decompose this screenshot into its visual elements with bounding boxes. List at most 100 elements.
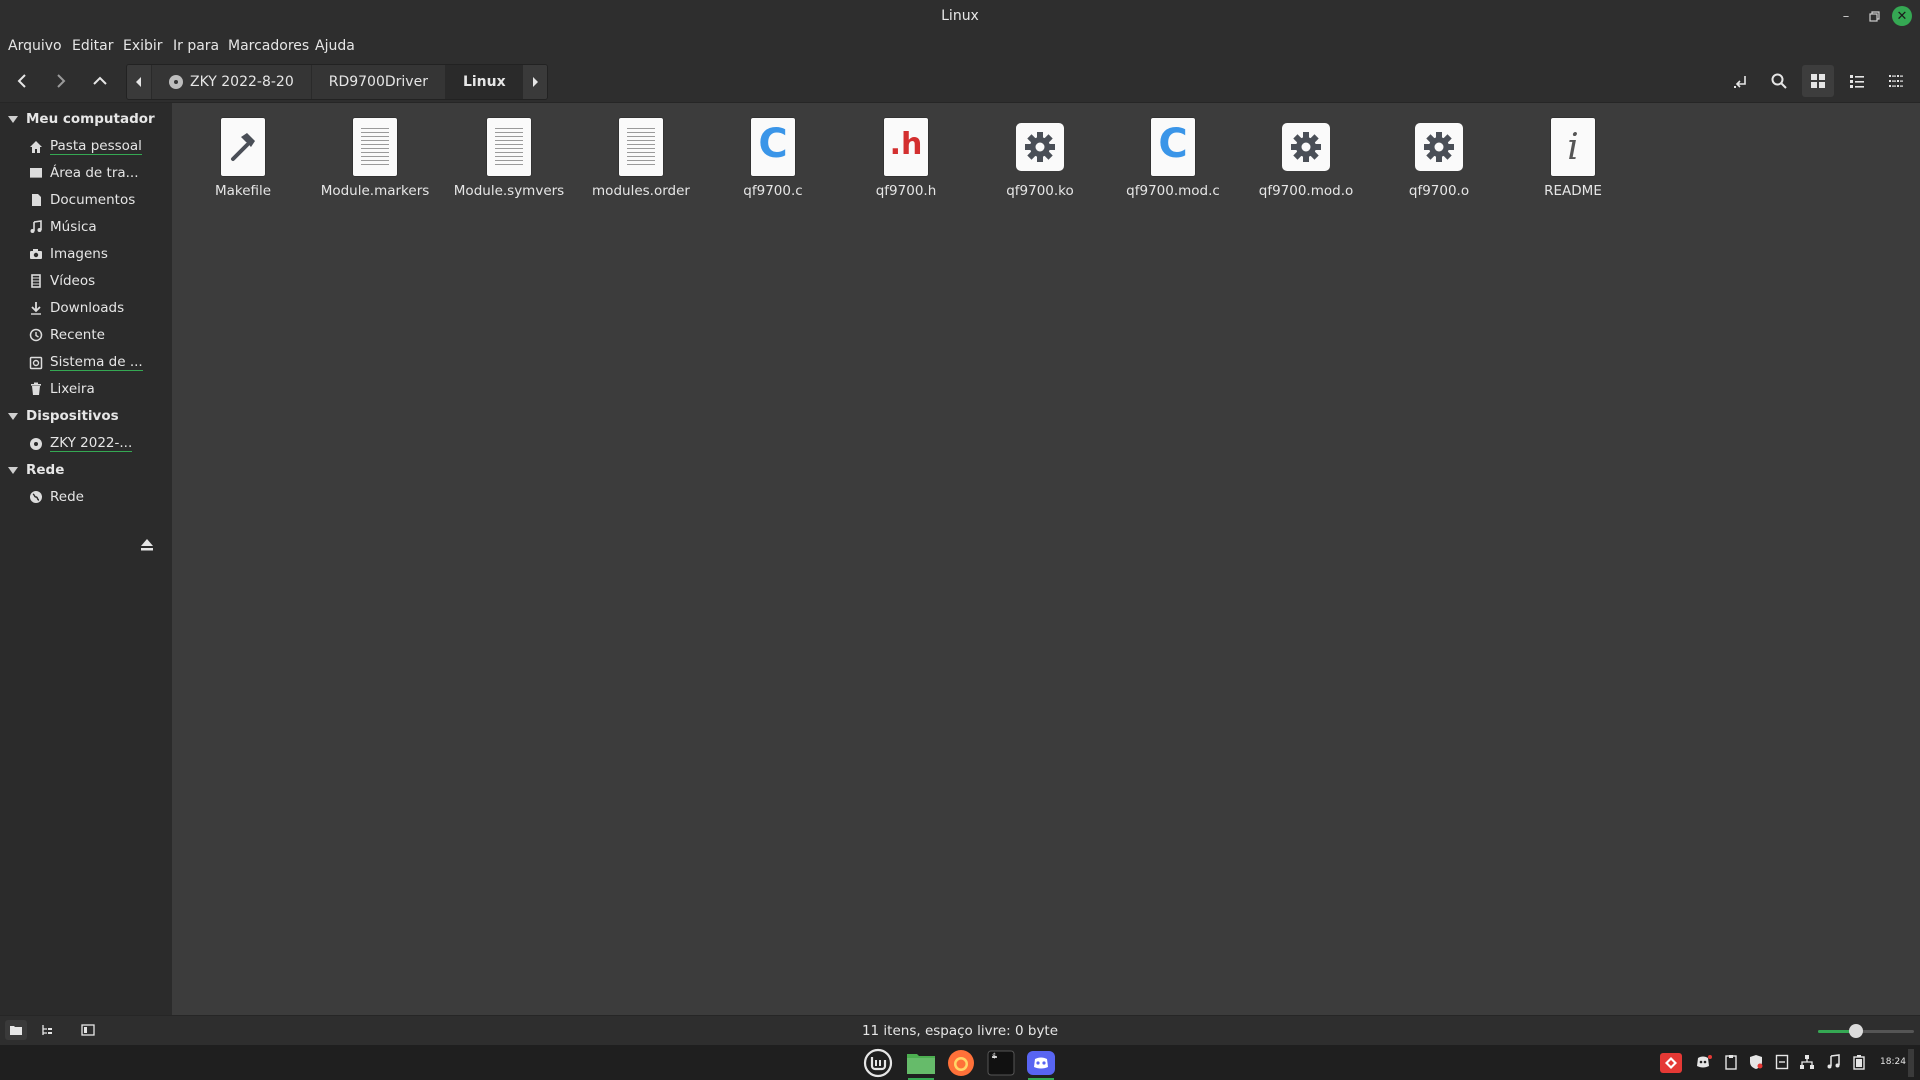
text-file-icon xyxy=(351,117,399,177)
taskbar-files-app[interactable] xyxy=(904,1048,938,1080)
network-icon xyxy=(29,490,43,504)
home-icon xyxy=(29,140,43,154)
menu-arquivo[interactable]: Arquivo xyxy=(8,38,62,54)
breadcrumb-scroll-right[interactable] xyxy=(522,65,547,99)
menu-ajuda[interactable]: Ajuda xyxy=(315,38,355,54)
c-glyph: C xyxy=(1158,121,1188,167)
taskbar-terminal-app[interactable]: $ xyxy=(984,1048,1018,1078)
sidebar-item-label: Sistema de ... xyxy=(50,354,143,371)
expander-icon xyxy=(8,115,18,123)
tray-anydesk-icon[interactable] xyxy=(1660,1053,1682,1073)
toggle-location-button[interactable] xyxy=(1725,65,1757,97)
sidebar-section-meu-computador[interactable]: Meu computador xyxy=(8,111,155,127)
file-name: qf9700.h xyxy=(875,183,937,199)
chevron-up-icon xyxy=(93,76,107,85)
menu-editar[interactable]: Editar xyxy=(72,38,113,54)
file-view[interactable]: Makefile Module.markers Module.symvers m… xyxy=(172,103,1920,1015)
tray-network-icon[interactable] xyxy=(1798,1053,1816,1071)
file-item-qf9700-mod-c[interactable]: C qf9700.mod.c xyxy=(1113,117,1233,199)
breadcrumb-rd9700driver[interactable]: RD9700Driver xyxy=(310,65,445,99)
tray-shield-icon[interactable] xyxy=(1747,1053,1765,1071)
compact-view-button[interactable] xyxy=(1880,65,1912,97)
file-item-qf9700-h[interactable]: .h qf9700.h xyxy=(846,117,966,199)
breadcrumb-linux[interactable]: Linux xyxy=(444,65,523,99)
menu-exibir[interactable]: Exibir xyxy=(123,38,163,54)
sidebar-item-label: Recente xyxy=(50,327,105,343)
tray-discord-icon[interactable] xyxy=(1694,1053,1712,1071)
search-button[interactable] xyxy=(1763,65,1795,97)
sidebar-item-videos[interactable]: Vídeos xyxy=(29,273,95,289)
title-bar: Linux – ✕ xyxy=(0,0,1920,32)
file-item-readme[interactable]: i README xyxy=(1513,117,1633,199)
file-item-qf9700-ko[interactable]: qf9700.ko xyxy=(980,117,1100,199)
sidebar-item-sistema-de-arquivos[interactable]: Sistema de ... xyxy=(29,354,143,371)
taskbar-firefox-app[interactable] xyxy=(944,1048,978,1078)
menu-bar: Arquivo Editar Exibir Ir para Marcadores… xyxy=(0,32,1920,60)
file-item-module-markers[interactable]: Module.markers xyxy=(315,117,435,199)
file-name: Makefile xyxy=(214,183,272,199)
sidebar-item-label: Área de tra... xyxy=(50,165,139,181)
show-desktop-button[interactable] xyxy=(1908,1049,1914,1077)
makefile-icon xyxy=(219,117,267,177)
c-source-icon: C xyxy=(1149,117,1197,177)
breadcrumb-scroll-left[interactable] xyxy=(127,65,151,99)
menu-marcadores[interactable]: Marcadores xyxy=(228,38,309,54)
file-item-module-symvers[interactable]: Module.symvers xyxy=(449,117,569,199)
file-name: Module.symvers xyxy=(453,183,565,199)
c-glyph: C xyxy=(758,121,788,167)
film-icon xyxy=(29,274,43,288)
sidebar-item-rede[interactable]: Rede xyxy=(29,489,84,505)
gear-file-icon xyxy=(1282,117,1330,177)
clock[interactable]: 18:24 xyxy=(1880,1057,1906,1067)
tray-battery-icon[interactable] xyxy=(1850,1053,1868,1071)
text-file-icon xyxy=(617,117,665,177)
back-button[interactable] xyxy=(8,66,38,96)
maximize-button[interactable] xyxy=(1864,6,1884,26)
chevron-right-icon xyxy=(57,74,66,88)
section-title: Dispositivos xyxy=(26,408,119,424)
sidebar-item-pasta-pessoal[interactable]: Pasta pessoal xyxy=(29,138,142,155)
zoom-slider[interactable] xyxy=(1818,1024,1914,1038)
eject-icon[interactable] xyxy=(139,537,155,553)
sidebar-item-lixeira[interactable]: Lixeira xyxy=(29,381,95,397)
file-item-qf9700-o[interactable]: qf9700.o xyxy=(1379,117,1499,199)
tray-sound-icon[interactable] xyxy=(1824,1053,1842,1071)
section-title: Rede xyxy=(26,462,65,478)
menu-ir-para[interactable]: Ir para xyxy=(173,38,219,54)
forward-button[interactable] xyxy=(45,66,75,96)
sidebar-item-documentos[interactable]: Documentos xyxy=(29,192,135,208)
icon-view-button[interactable] xyxy=(1802,65,1834,97)
file-name: modules.order xyxy=(592,183,690,199)
sidebar-item-area-de-trabalho[interactable]: Área de tra... xyxy=(29,165,139,181)
file-name: Module.markers xyxy=(320,183,430,199)
expander-icon xyxy=(8,466,18,474)
minimize-button[interactable]: – xyxy=(1836,6,1856,26)
download-icon xyxy=(29,301,43,315)
sidebar-section-dispositivos[interactable]: Dispositivos xyxy=(8,408,119,424)
close-button[interactable]: ✕ xyxy=(1892,6,1912,26)
file-name: qf9700.ko xyxy=(1006,183,1074,199)
sidebar-item-downloads[interactable]: Downloads xyxy=(29,300,124,316)
menu-launcher-button[interactable] xyxy=(861,1048,895,1078)
file-item-qf9700-mod-o[interactable]: qf9700.mod.o xyxy=(1246,117,1366,199)
list-view-button[interactable] xyxy=(1841,65,1873,97)
tray-clipboard-icon[interactable] xyxy=(1722,1053,1740,1071)
sidebar-item-musica[interactable]: Música xyxy=(29,219,97,235)
sidebar-section-rede[interactable]: Rede xyxy=(8,462,64,478)
sidebar-item-zky-device[interactable]: ZKY 2022-... xyxy=(29,435,133,452)
tray-keyboard-icon[interactable] xyxy=(1773,1053,1791,1071)
file-item-makefile[interactable]: Makefile xyxy=(183,117,303,199)
text-file-icon xyxy=(485,117,533,177)
taskbar-discord-app[interactable] xyxy=(1024,1048,1058,1080)
disc-icon xyxy=(169,75,183,89)
sidebar-item-label: Música xyxy=(50,219,97,235)
breadcrumb-zky[interactable]: ZKY 2022-8-20 xyxy=(151,65,311,99)
h-glyph: .h xyxy=(889,127,923,162)
file-item-qf9700-c[interactable]: C qf9700.c xyxy=(713,117,833,199)
triangle-left-icon xyxy=(136,77,141,87)
up-button[interactable] xyxy=(85,66,115,96)
sidebar-item-imagens[interactable]: Imagens xyxy=(29,246,108,262)
grid-icon xyxy=(1811,74,1825,88)
sidebar-item-recente[interactable]: Recente xyxy=(29,327,105,343)
file-item-modules-order[interactable]: modules.order xyxy=(581,117,701,199)
